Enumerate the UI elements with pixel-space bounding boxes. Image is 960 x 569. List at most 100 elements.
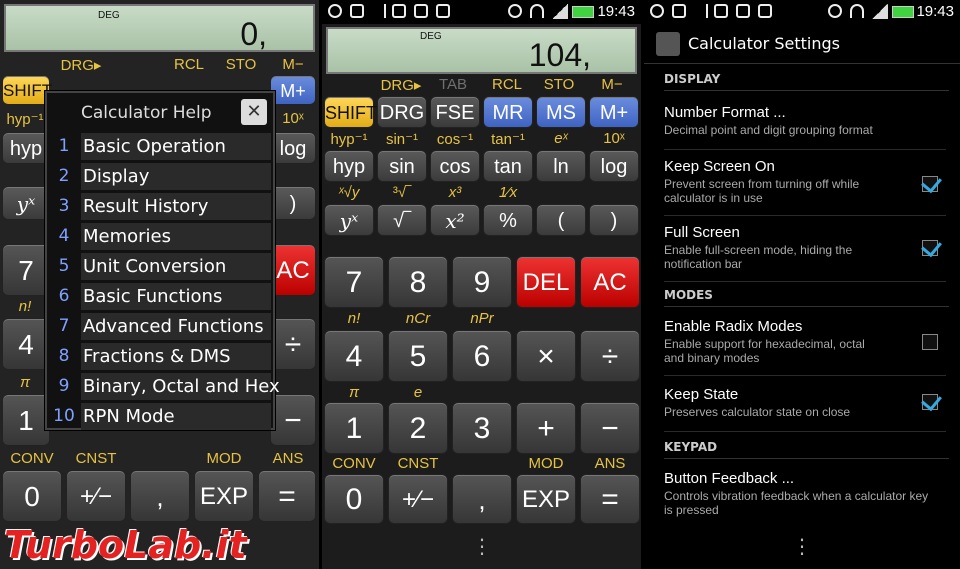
hyp-key[interactable]: hyp bbox=[2, 132, 50, 164]
multiply-key[interactable]: × bbox=[516, 330, 576, 382]
square-key[interactable]: x² bbox=[430, 204, 480, 236]
help-item-label: Result History bbox=[81, 193, 271, 220]
close-icon[interactable]: ✕ bbox=[241, 99, 267, 125]
close-paren-key[interactable]: ) bbox=[270, 186, 316, 220]
help-item-basic-operation[interactable]: 1 Basic Operation bbox=[49, 133, 271, 160]
shift-key[interactable]: SHIFT bbox=[2, 75, 52, 105]
keep-state-checkbox[interactable] bbox=[922, 394, 938, 410]
help-item-label: Fractions & DMS bbox=[81, 343, 271, 370]
zero-key[interactable]: 0 bbox=[2, 470, 62, 522]
two-key[interactable]: 2 bbox=[388, 402, 448, 454]
ac-key[interactable]: AC bbox=[270, 244, 316, 296]
sign-key[interactable]: +⁄− bbox=[66, 470, 126, 522]
plus-key[interactable]: + bbox=[516, 402, 576, 454]
comma-key[interactable]: , bbox=[130, 470, 190, 522]
mplus-key[interactable]: M+ bbox=[270, 75, 316, 105]
nine-key[interactable]: 9 bbox=[452, 256, 512, 308]
exp-key[interactable]: EXP bbox=[516, 474, 576, 524]
sin-key[interactable]: sin bbox=[377, 150, 427, 182]
comma-key[interactable]: , bbox=[452, 474, 512, 524]
del-key[interactable]: DEL bbox=[516, 256, 576, 308]
help-item-fractions-dms[interactable]: 8 Fractions & DMS bbox=[49, 343, 271, 370]
task-icon bbox=[414, 4, 428, 18]
pref-button-feedback[interactable]: Button Feedback ... Controls vibration f… bbox=[664, 470, 946, 520]
one-key[interactable]: 1 bbox=[324, 402, 384, 454]
help-item-result-history[interactable]: 3 Result History bbox=[49, 193, 271, 220]
seven-key[interactable]: 7 bbox=[2, 244, 50, 296]
six-key[interactable]: 6 bbox=[452, 330, 512, 382]
five-key[interactable]: 5 bbox=[388, 330, 448, 382]
gmail-icon bbox=[672, 4, 686, 18]
help-item-binary-octal-hex[interactable]: 9 Binary, Octal and Hex bbox=[49, 373, 280, 400]
one-key[interactable]: 1 bbox=[2, 394, 50, 446]
label-hyp-inv: hyp⁻¹ bbox=[6, 111, 44, 128]
pref-enable-radix-modes[interactable]: Enable Radix Modes Enable support for he… bbox=[664, 318, 946, 376]
cos-key[interactable]: cos bbox=[430, 150, 480, 182]
keep-screen-on-checkbox[interactable] bbox=[922, 176, 938, 192]
label-pi: π bbox=[19, 374, 31, 391]
label-mminus: M− bbox=[601, 76, 623, 93]
label-mod: MOD bbox=[528, 455, 564, 472]
divide-key[interactable]: ÷ bbox=[270, 318, 316, 370]
zero-key[interactable]: 0 bbox=[324, 474, 384, 524]
pref-keep-screen-on[interactable]: Keep Screen On Prevent screen from turni… bbox=[664, 158, 946, 216]
four-key[interactable]: 4 bbox=[2, 318, 50, 370]
radix-modes-checkbox[interactable] bbox=[922, 334, 938, 350]
drg-key[interactable]: DRG bbox=[377, 96, 427, 128]
help-item-advanced-functions[interactable]: 7 Advanced Functions bbox=[49, 313, 271, 340]
help-item-unit-conversion[interactable]: 5 Unit Conversion bbox=[49, 253, 271, 280]
divide-key[interactable]: ÷ bbox=[580, 330, 640, 382]
equals-key[interactable]: = bbox=[580, 474, 640, 524]
power-key[interactable]: yˣ bbox=[2, 186, 50, 220]
pref-keep-state[interactable]: Keep State Preserves calculator state on… bbox=[664, 386, 946, 432]
help-item-label: Unit Conversion bbox=[81, 253, 271, 280]
tan-key[interactable]: tan bbox=[483, 150, 533, 182]
three-key[interactable]: 3 bbox=[452, 402, 512, 454]
help-item-number: 1 bbox=[58, 136, 70, 156]
mplus-key[interactable]: M+ bbox=[589, 96, 639, 128]
label-drg: DRG▸ bbox=[380, 77, 422, 94]
label-cnst: CNST bbox=[75, 450, 117, 467]
equals-key[interactable]: = bbox=[258, 470, 316, 522]
help-item-label: Display bbox=[81, 163, 271, 190]
eight-key[interactable]: 8 bbox=[388, 256, 448, 308]
ac-key[interactable]: AC bbox=[580, 256, 640, 308]
pref-full-screen[interactable]: Full Screen Enable full-screen mode, hid… bbox=[664, 224, 946, 282]
help-item-number: 3 bbox=[58, 196, 70, 216]
log-key[interactable]: log bbox=[270, 132, 316, 164]
help-item-basic-functions[interactable]: 6 Basic Functions bbox=[49, 283, 271, 310]
sqrt-key[interactable]: √‾ bbox=[377, 204, 427, 236]
power-key[interactable]: yˣ bbox=[324, 204, 374, 236]
exp-key[interactable]: EXP bbox=[194, 470, 254, 522]
minus-key[interactable]: − bbox=[580, 402, 640, 454]
display-value: 0, bbox=[240, 16, 267, 52]
sign-key[interactable]: +⁄− bbox=[388, 474, 448, 524]
percent-key[interactable]: % bbox=[483, 204, 533, 236]
gmail-icon bbox=[350, 4, 364, 18]
help-item-display[interactable]: 2 Display bbox=[49, 163, 271, 190]
ms-key[interactable]: MS bbox=[536, 96, 586, 128]
seven-key[interactable]: 7 bbox=[324, 256, 384, 308]
log-key[interactable]: log bbox=[589, 150, 639, 182]
hyp-key[interactable]: hyp bbox=[324, 150, 374, 182]
help-item-number: 9 bbox=[58, 376, 70, 396]
ln-key[interactable]: ln bbox=[536, 150, 586, 182]
minus-key[interactable]: − bbox=[270, 394, 316, 446]
overflow-menu-icon[interactable]: ⋮ bbox=[782, 534, 822, 558]
pref-number-format[interactable]: Number Format ... Decimal point and digi… bbox=[664, 104, 946, 150]
fse-key[interactable]: FSE bbox=[430, 96, 480, 128]
help-item-memories[interactable]: 4 Memories bbox=[49, 223, 271, 250]
section-keypad: KEYPAD bbox=[664, 440, 949, 459]
shift-key[interactable]: SHIFT bbox=[324, 96, 377, 128]
pref-summary: Prevent screen from turning off while ca… bbox=[664, 177, 860, 205]
calculator-screen: 19:43 DEG 104, DRG▸ TAB RCL STO M− SHIFT… bbox=[322, 0, 641, 569]
label-rcl: RCL bbox=[173, 56, 204, 73]
open-paren-key[interactable]: ( bbox=[536, 204, 586, 236]
mr-key[interactable]: MR bbox=[483, 96, 533, 128]
help-item-number: 4 bbox=[58, 226, 70, 246]
help-item-rpn-mode[interactable]: 10 RPN Mode bbox=[49, 403, 271, 430]
four-key[interactable]: 4 bbox=[324, 330, 384, 382]
close-paren-key[interactable]: ) bbox=[589, 204, 639, 236]
overflow-menu-icon[interactable]: ⋮ bbox=[462, 534, 502, 558]
full-screen-checkbox[interactable] bbox=[922, 240, 938, 256]
